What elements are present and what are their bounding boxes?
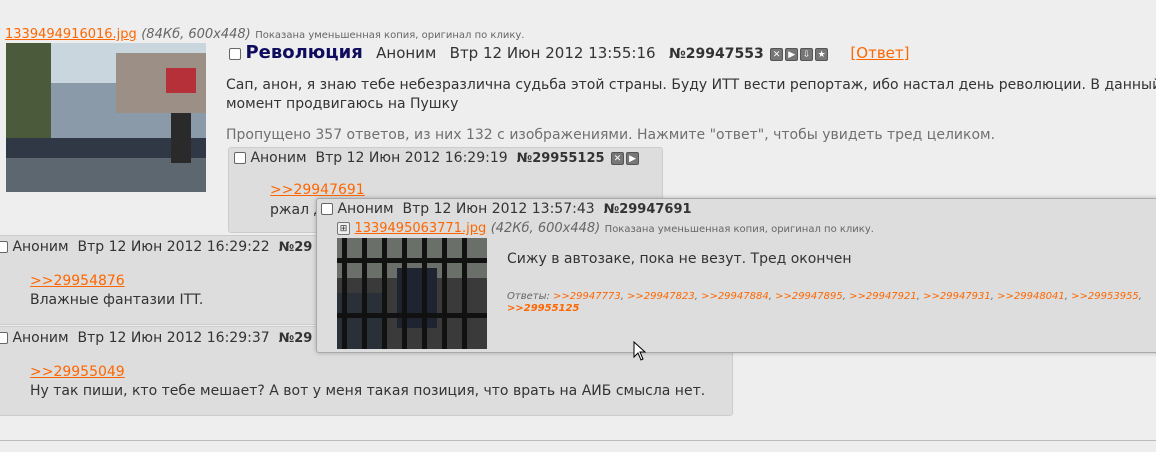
play-icon[interactable]: ▶ (626, 151, 640, 165)
reply-date: Втр 12 Июн 2012 16:29:37 (77, 330, 270, 346)
reply-author: Аноним (12, 330, 69, 346)
op-reply-bracket-close: ] (903, 44, 910, 62)
op-message: Сап, анон, я знаю тебе небезразлична суд… (226, 76, 1156, 114)
reply-select-checkbox[interactable] (0, 332, 8, 344)
popup-reply-link[interactable]: >>29947823 (627, 291, 695, 302)
reply-author: Аноним (12, 239, 69, 255)
download-icon[interactable]: ⇩ (800, 47, 814, 61)
op-file-info: 1339494916016.jpg (84Кб, 600x448) Показа… (5, 26, 525, 42)
op-message-line-1: Сап, анон, я знаю тебе небезразлична суд… (226, 77, 1156, 93)
reply-date: Втр 12 Июн 2012 16:29:22 (77, 239, 270, 255)
reply-text: Влажные фантазии ITT. (30, 292, 204, 308)
popup-number[interactable]: №29947691 (604, 202, 692, 217)
reply-header: Аноним Втр 12 Июн 2012 16:29:22 №29 (0, 239, 312, 255)
popup-header: Аноним Втр 12 Июн 2012 13:57:43 №2994769… (321, 201, 692, 217)
reply-date: Втр 12 Июн 2012 16:29:19 (315, 150, 508, 166)
file-icon: ⊞ (337, 221, 350, 235)
op-file-note: Показана уменьшенная копия, оригинал по … (255, 30, 525, 41)
hide-icon[interactable]: ✕ (770, 47, 784, 61)
bottom-divider (0, 440, 1156, 441)
reply-text: Ну так пиши, кто тебе мешает? А вот у ме… (30, 383, 706, 399)
op-subject: Революция (245, 42, 363, 63)
reply-quote-link[interactable]: >>29947691 (270, 182, 365, 198)
op-file-meta: (84Кб, 600x448) (141, 27, 251, 42)
hide-icon[interactable]: ✕ (611, 151, 625, 165)
reply-quote-link[interactable]: >>29954876 (30, 273, 125, 289)
reply-quote-link[interactable]: >>29955049 (30, 364, 125, 380)
popup-reply-link-current[interactable]: >>29955125 (507, 303, 579, 314)
popup-file-info: ⊞ 1339495063771.jpg (42Кб, 600x448) Пока… (337, 220, 874, 236)
popup-file-meta: (42Кб, 600x448) (490, 221, 601, 236)
popup-file-link[interactable]: 1339495063771.jpg (354, 221, 486, 236)
popup-reply-link[interactable]: >>29947773 (553, 291, 621, 302)
op-date: Втр 12 Июн 2012 13:55:16 (449, 44, 656, 62)
reply-number[interactable]: №29955125 (517, 151, 605, 166)
mouse-cursor-icon (633, 341, 647, 361)
popup-reply-link[interactable]: >>29947884 (701, 291, 769, 302)
star-icon[interactable]: ★ (815, 47, 829, 61)
op-thumbnail[interactable] (6, 43, 206, 192)
omitted-notice: Пропущено 357 ответов, из них 132 с изоб… (226, 127, 996, 143)
reply-select-checkbox[interactable] (234, 152, 246, 164)
reply-select-checkbox[interactable] (0, 241, 8, 253)
popup-message: Сижу в автозаке, пока не везут. Тред око… (507, 251, 852, 267)
popup-select-checkbox[interactable] (321, 203, 333, 215)
popup-reply-link[interactable]: >>29953955 (1071, 291, 1139, 302)
op-thumbnail-image (6, 43, 206, 192)
popup-author: Аноним (337, 201, 394, 217)
popup-replies: Ответы: >>29947773, >>29947823, >>299478… (507, 291, 1142, 314)
popup-thumbnail-image (337, 238, 487, 349)
popup-replies-label: Ответы: (507, 291, 550, 302)
reply-author: Аноним (250, 150, 307, 166)
popup-reply-link[interactable]: >>29948041 (997, 291, 1065, 302)
op-header: Революция Аноним Втр 12 Июн 2012 13:55:1… (229, 42, 910, 63)
popup-file-note: Показана уменьшенная копия, оригинал по … (604, 224, 874, 235)
reply-header: Аноним Втр 12 Июн 2012 16:29:37 №29 (0, 330, 312, 346)
op-author: Аноним (376, 44, 437, 62)
popup-thumbnail[interactable] (337, 238, 487, 349)
popup-reply-link[interactable]: >>29947921 (849, 291, 917, 302)
op-select-checkbox[interactable] (229, 48, 241, 60)
reply-header: Аноним Втр 12 Июн 2012 16:29:19 №2995512… (234, 150, 640, 166)
op-number[interactable]: №29947553 (669, 46, 764, 62)
reply-number[interactable]: №29 (279, 240, 313, 255)
reply-post: Аноним Втр 12 Июн 2012 16:29:22 №29 >>29… (0, 235, 337, 325)
play-icon[interactable]: ▶ (785, 47, 799, 61)
popup-reply-link[interactable]: >>29947895 (775, 291, 843, 302)
op-reply-link[interactable]: Ответ (856, 44, 903, 62)
popup-date: Втр 12 Июн 2012 13:57:43 (402, 201, 595, 217)
reply-number[interactable]: №29 (279, 331, 313, 346)
post-preview-popup: Аноним Втр 12 Июн 2012 13:57:43 №2994769… (316, 198, 1156, 353)
popup-reply-link[interactable]: >>29947931 (923, 291, 991, 302)
op-file-link[interactable]: 1339494916016.jpg (5, 27, 137, 42)
op-message-line-2: момент продвигаюсь на Пушку (226, 96, 459, 112)
